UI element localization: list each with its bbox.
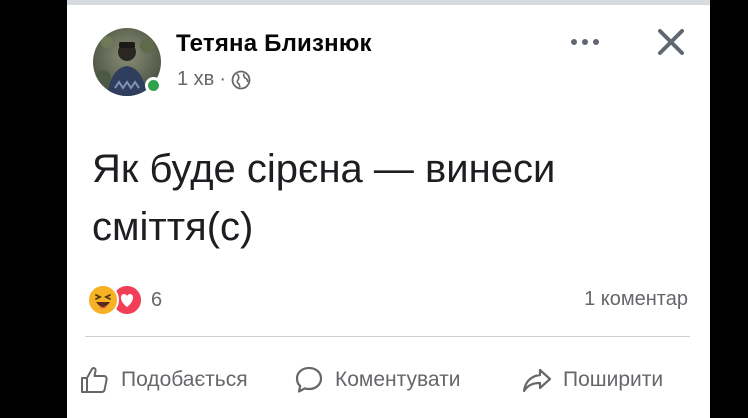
post-time[interactable]: 1 хв: [177, 68, 214, 91]
post-meta: 1 хв ·: [177, 68, 251, 91]
more-icon[interactable]: [563, 30, 607, 54]
close-icon[interactable]: [653, 24, 689, 60]
post-actions: Подобається Коментувати Поширити: [67, 355, 710, 405]
post-text-line: сміття(с): [92, 205, 254, 249]
online-status-dot: [145, 77, 162, 94]
comment-button[interactable]: Коментувати: [293, 355, 460, 405]
actions-divider: [85, 336, 690, 337]
avatar-container[interactable]: [93, 28, 162, 96]
comment-count[interactable]: 1 коментар: [584, 288, 688, 311]
comment-bubble-icon: [295, 366, 323, 393]
post-text: Як буде сірєна — винеси сміття(с): [92, 140, 692, 256]
globe-icon[interactable]: [231, 70, 251, 90]
more-dot: [571, 39, 577, 45]
share-button[interactable]: Поширити: [521, 355, 663, 405]
haha-icon: [87, 284, 119, 316]
share-arrow-icon: [522, 368, 552, 393]
reaction-count[interactable]: 6: [151, 289, 162, 312]
like-label: Подобається: [121, 368, 248, 391]
comment-label: Коментувати: [335, 368, 461, 391]
share-label: Поширити: [563, 368, 664, 391]
more-dot: [593, 39, 599, 45]
reactions-row: 6 1 коментар: [67, 283, 710, 317]
author-name[interactable]: Тетяна Близнюк: [176, 30, 372, 58]
post-text-line: Як буде сірєна — винеси: [92, 147, 556, 191]
like-button[interactable]: Подобається: [79, 355, 248, 405]
more-dot: [582, 39, 588, 45]
thumbs-up-icon: [81, 366, 108, 393]
reactions-summary[interactable]: 6: [87, 283, 162, 317]
post-card: Тетяна Близнюк 1 хв · Як буде сірєна — в…: [67, 0, 710, 418]
post-header: Тетяна Близнюк 1 хв ·: [67, 0, 710, 110]
meta-separator: ·: [219, 68, 226, 90]
